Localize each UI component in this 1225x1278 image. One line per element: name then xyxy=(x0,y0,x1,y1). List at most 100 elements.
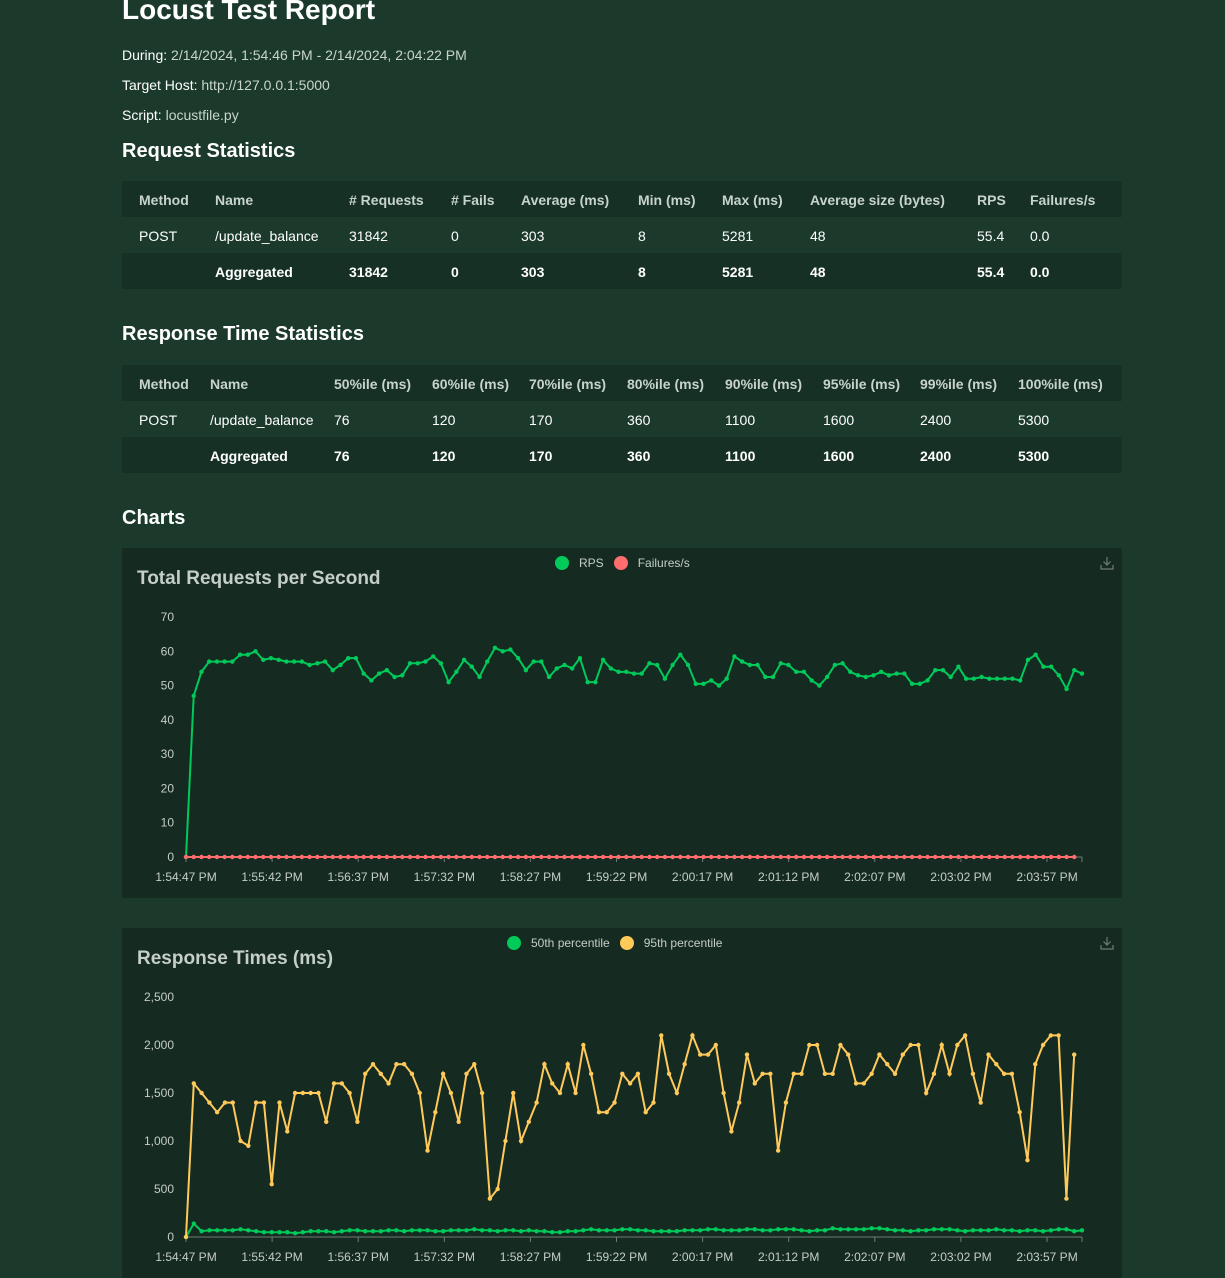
table-cell: 360 xyxy=(627,448,651,464)
data-point xyxy=(863,674,868,680)
data-point xyxy=(277,1230,282,1235)
data-point xyxy=(376,671,382,676)
target-host-label: Target Host: xyxy=(122,77,198,93)
data-point xyxy=(690,1228,695,1233)
data-point xyxy=(861,1227,867,1232)
data-point xyxy=(292,1230,298,1236)
data-point xyxy=(570,854,575,860)
data-point xyxy=(620,1227,625,1232)
data-point xyxy=(900,1052,905,1057)
data-point xyxy=(214,1110,220,1115)
data-point xyxy=(643,1228,648,1233)
data-point xyxy=(885,1062,890,1067)
data-point xyxy=(339,1229,345,1234)
data-point xyxy=(363,1229,368,1234)
data-point xyxy=(716,683,722,688)
data-point xyxy=(557,1090,563,1096)
data-point xyxy=(763,674,768,680)
data-point xyxy=(838,1042,843,1048)
table-cell: Aggregated xyxy=(215,264,293,280)
data-point xyxy=(923,1090,929,1096)
x-tick-label: 1:56:37 PM xyxy=(328,870,389,884)
data-point xyxy=(347,1090,352,1096)
data-point xyxy=(760,1071,765,1076)
data-point xyxy=(666,1071,672,1076)
data-point xyxy=(542,1229,547,1234)
data-point xyxy=(472,1227,477,1232)
data-point xyxy=(923,1228,929,1233)
x-tick-label: 1:59:22 PM xyxy=(586,1250,647,1264)
data-point xyxy=(846,1227,851,1232)
data-point xyxy=(755,854,760,860)
data-point xyxy=(508,647,513,652)
data-point xyxy=(855,673,861,678)
y-tick-label: 2,500 xyxy=(144,990,174,1004)
data-point xyxy=(392,854,397,860)
data-point xyxy=(1056,1033,1061,1038)
data-point xyxy=(1072,1229,1077,1234)
data-point xyxy=(647,854,652,860)
data-point xyxy=(1064,686,1069,692)
data-point xyxy=(237,854,243,860)
data-point xyxy=(353,655,359,661)
data-point xyxy=(485,854,490,860)
table-cell: 8 xyxy=(638,228,646,244)
request-statistics-heading: Request Statistics xyxy=(122,140,296,162)
data-point xyxy=(807,1042,812,1048)
data-point xyxy=(709,854,714,860)
data-point xyxy=(690,1033,695,1038)
data-point xyxy=(908,1229,913,1234)
data-point xyxy=(747,662,753,668)
data-point xyxy=(894,671,899,676)
data-point xyxy=(268,854,274,860)
data-point xyxy=(685,854,691,860)
x-tick-label: 2:03:02 PM xyxy=(930,870,991,884)
data-point xyxy=(979,854,984,860)
data-point xyxy=(817,683,822,688)
data-point xyxy=(585,679,590,685)
column-header: 70%ile (ms) xyxy=(529,376,607,392)
data-point xyxy=(446,854,451,860)
data-point xyxy=(886,854,892,860)
table-cell: Aggregated xyxy=(210,448,288,464)
data-point xyxy=(401,1062,407,1067)
data-point xyxy=(581,1042,586,1048)
data-point xyxy=(962,1033,968,1038)
table-cell: 360 xyxy=(627,412,651,428)
data-point xyxy=(401,1229,407,1234)
data-point xyxy=(939,1042,944,1048)
table-cell: 5281 xyxy=(722,228,754,244)
y-tick-label: 40 xyxy=(161,713,175,727)
data-point xyxy=(456,1228,461,1233)
table-cell: 48 xyxy=(810,264,826,280)
data-point xyxy=(430,854,436,860)
data-point xyxy=(299,659,305,664)
data-point xyxy=(549,1230,555,1235)
data-point xyxy=(925,854,930,860)
data-point xyxy=(902,671,907,676)
data-point xyxy=(191,693,196,699)
series-line xyxy=(185,1032,1076,1238)
data-point xyxy=(1017,1110,1022,1115)
data-point xyxy=(448,1228,454,1233)
target-host-value: http://127.0.0.1:5000 xyxy=(201,77,330,93)
data-point xyxy=(261,1230,267,1235)
data-point xyxy=(744,1227,750,1232)
data-point xyxy=(931,1227,937,1232)
data-point xyxy=(877,1226,882,1231)
data-point xyxy=(292,1090,298,1096)
during-line: During: 2/14/2024, 1:54:46 PM - 2/14/202… xyxy=(122,47,467,63)
data-point xyxy=(994,676,1000,681)
data-point xyxy=(1010,854,1015,860)
data-point xyxy=(324,1229,329,1234)
data-point xyxy=(596,1110,602,1115)
data-point xyxy=(744,1052,750,1057)
data-point xyxy=(869,1226,874,1231)
column-header: 90%ile (ms) xyxy=(725,376,803,392)
data-point xyxy=(978,1100,983,1105)
data-point xyxy=(246,1228,251,1233)
target-host-line: Target Host: http://127.0.0.1:5000 xyxy=(122,77,330,93)
data-point xyxy=(433,1229,438,1234)
data-point xyxy=(588,1071,594,1076)
x-tick-label: 2:00:17 PM xyxy=(672,1250,733,1264)
